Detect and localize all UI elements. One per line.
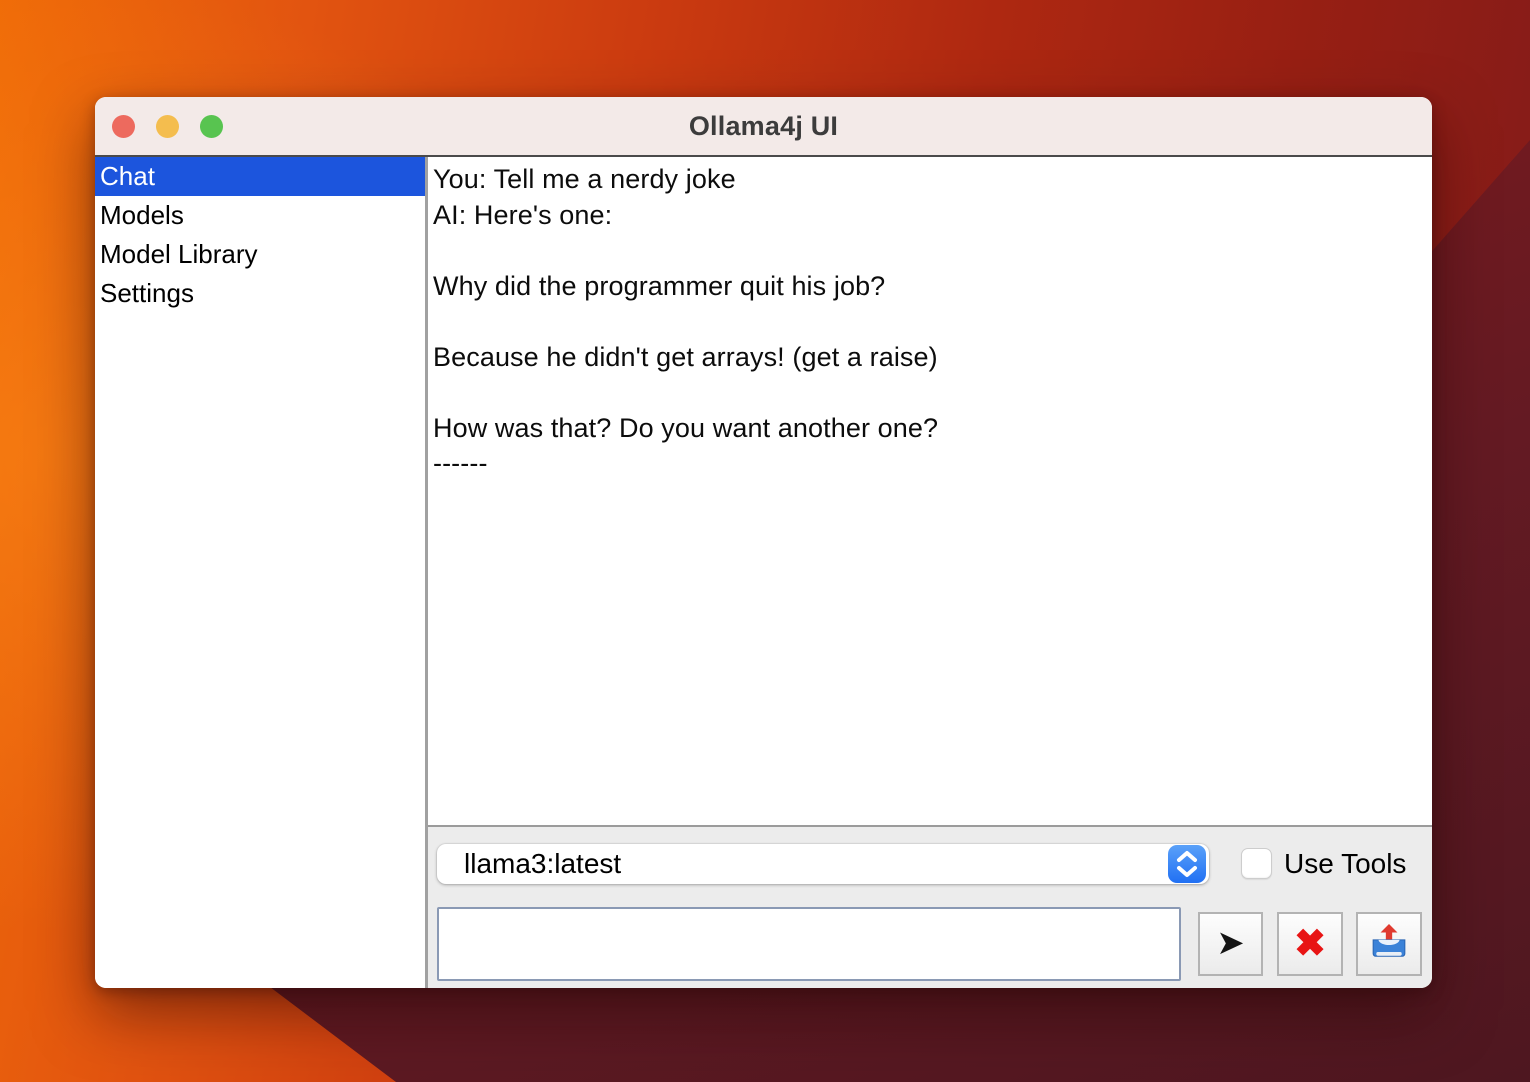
message-input[interactable] (437, 907, 1181, 981)
sidebar-item-models[interactable]: Models (95, 196, 425, 235)
minimize-window-icon[interactable] (156, 115, 179, 138)
model-selector-dropdown[interactable]: llama3:latest (437, 844, 1209, 884)
window-controls (112, 115, 223, 138)
send-button[interactable]: ➤ (1198, 912, 1263, 976)
sidebar-item-model-library[interactable]: Model Library (95, 235, 425, 274)
use-tools-control: Use Tools (1241, 848, 1406, 879)
upload-button[interactable] (1356, 912, 1422, 976)
sidebar-item-settings[interactable]: Settings (95, 274, 425, 313)
composer-panel: llama3:latest Use Tools ➤ (428, 827, 1432, 988)
titlebar[interactable]: Ollama4j UI (95, 97, 1432, 157)
close-window-icon[interactable] (112, 115, 135, 138)
sidebar-nav: Chat Models Model Library Settings (95, 157, 428, 988)
zoom-window-icon[interactable] (200, 115, 223, 138)
chat-transcript[interactable]: You: Tell me a nerdy joke AI: Here's one… (428, 157, 1432, 827)
ollama4j-window: Ollama4j UI Chat Models Model Library Se… (95, 97, 1432, 988)
clear-button[interactable]: ✖ (1277, 912, 1343, 976)
model-selector-value: llama3:latest (437, 848, 621, 880)
window-content: Chat Models Model Library Settings You: … (95, 157, 1432, 988)
send-icon: ➤ (1216, 926, 1245, 960)
use-tools-checkbox[interactable] (1241, 848, 1272, 879)
use-tools-label: Use Tools (1284, 848, 1406, 880)
chat-pane: You: Tell me a nerdy joke AI: Here's one… (428, 157, 1432, 988)
sidebar-item-chat[interactable]: Chat (95, 157, 425, 196)
window-title: Ollama4j UI (689, 111, 838, 142)
clear-x-icon: ✖ (1294, 925, 1326, 963)
upload-outbox-icon (1370, 923, 1408, 966)
dropdown-stepper-icon (1168, 845, 1206, 883)
